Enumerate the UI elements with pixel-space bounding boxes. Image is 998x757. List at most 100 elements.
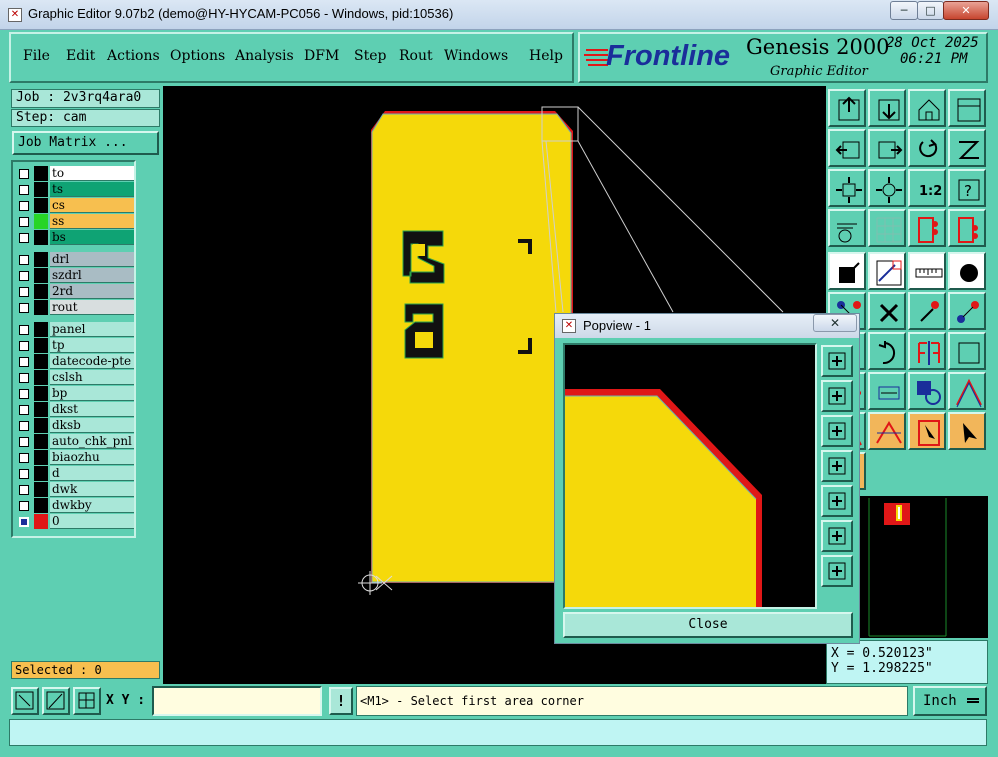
layer-row-2rd[interactable]: 2rd	[16, 284, 134, 299]
zoom-fit-tool-button[interactable]	[868, 89, 906, 127]
popview-zoom-fit-button[interactable]	[821, 415, 853, 447]
popview-close-x-button[interactable]: ✕	[813, 314, 857, 332]
help-tool-button[interactable]: ?	[948, 169, 986, 207]
layer-checkbox[interactable]	[19, 421, 29, 431]
menu-windows[interactable]: Windows	[444, 48, 508, 64]
menu-edit[interactable]: Edit	[66, 48, 95, 64]
pan-left-tool-button[interactable]	[828, 129, 866, 167]
layer-color-swatch[interactable]	[34, 214, 48, 229]
layer-name[interactable]: dkst	[50, 402, 134, 417]
resize-tool-button[interactable]	[868, 372, 906, 410]
layer-row-dwkby[interactable]: dwkby	[16, 498, 134, 513]
layer-checkbox[interactable]	[19, 325, 29, 335]
zoom-out-tool-button[interactable]	[868, 169, 906, 207]
layer-row-datecode-pte[interactable]: datecode-pte	[16, 354, 134, 369]
layer-name[interactable]: to	[50, 166, 134, 181]
layer-row-biaozhu[interactable]: biaozhu	[16, 450, 134, 465]
layer-color-swatch[interactable]	[34, 252, 48, 267]
layer-row-drl[interactable]: drl	[16, 252, 134, 267]
layer-color-swatch[interactable]	[34, 354, 48, 369]
measure-tool-button[interactable]	[42, 687, 70, 715]
select-tool-button[interactable]	[11, 687, 39, 715]
layer-color-swatch[interactable]	[34, 466, 48, 481]
layer-name[interactable]: d	[50, 466, 134, 481]
layer-row-ss[interactable]: ss	[16, 214, 134, 229]
layer-color-swatch[interactable]	[34, 370, 48, 385]
layer-name[interactable]: datecode-pte	[50, 354, 134, 369]
flip-tool-button[interactable]	[948, 332, 986, 370]
menu-step[interactable]: Step	[354, 48, 386, 64]
layer-checkbox[interactable]	[19, 453, 29, 463]
xy-input[interactable]	[152, 686, 322, 716]
layer-name[interactable]: biaozhu	[50, 450, 134, 465]
layer-row-dksb[interactable]: dksb	[16, 418, 134, 433]
layer-color-swatch[interactable]	[34, 338, 48, 353]
popview-zoom-in-button[interactable]	[821, 520, 853, 552]
layer-row-0[interactable]: 0	[16, 514, 134, 529]
maximize-button[interactable]: □	[917, 1, 944, 20]
layer-name[interactable]: 2rd	[50, 284, 134, 299]
close-window-button[interactable]: ✕	[943, 1, 989, 20]
layer-row-to[interactable]: to	[16, 166, 134, 181]
menu-file[interactable]: File	[23, 48, 50, 64]
mirror-tool-button[interactable]	[908, 332, 946, 370]
layer-row-bs[interactable]: bs	[16, 230, 134, 245]
popview-zoom-window-button[interactable]	[821, 345, 853, 377]
layer-color-swatch[interactable]	[34, 402, 48, 417]
move-point-tool-button[interactable]	[908, 292, 946, 330]
layer-checkbox[interactable]	[19, 271, 29, 281]
pointer-tool-button[interactable]	[948, 412, 986, 450]
arc-three-tool-button[interactable]	[868, 412, 906, 450]
layer-color-swatch[interactable]	[34, 418, 48, 433]
zoom-in-tool-button[interactable]	[828, 169, 866, 207]
layer-row-panel[interactable]: panel	[16, 322, 134, 337]
layer-color-swatch[interactable]	[34, 450, 48, 465]
layer-checkbox[interactable]	[19, 255, 29, 265]
layer-color-swatch[interactable]	[34, 386, 48, 401]
layer-checkbox[interactable]	[19, 517, 29, 527]
zoom-home-tool-button[interactable]	[828, 89, 866, 127]
select-feature-tool-button[interactable]	[908, 412, 946, 450]
rotate-tool-button[interactable]	[868, 332, 906, 370]
layer-name[interactable]: cslsh	[50, 370, 134, 385]
layer-name[interactable]: cs	[50, 198, 134, 213]
layer-checkbox[interactable]	[19, 357, 29, 367]
popview-pan-right-button[interactable]	[821, 485, 853, 517]
layer-row-dwk[interactable]: dwk	[16, 482, 134, 497]
layer-row-ts[interactable]: ts	[16, 182, 134, 197]
layer-color-swatch[interactable]	[34, 498, 48, 513]
layer-color-swatch[interactable]	[34, 514, 48, 529]
layer-name[interactable]: panel	[50, 322, 134, 337]
circle-pad-tool-button[interactable]	[948, 252, 986, 290]
layer-color-swatch[interactable]	[34, 284, 48, 299]
layer-row-auto_chk_pnl[interactable]: auto_chk_pnl	[16, 434, 134, 449]
line-add-tool-button[interactable]	[868, 252, 906, 290]
layer-checkbox[interactable]	[19, 303, 29, 313]
pan-right-tool-button[interactable]	[868, 129, 906, 167]
layer-name[interactable]: dwkby	[50, 498, 134, 513]
layer-row-d[interactable]: d	[16, 466, 134, 481]
layer-checkbox[interactable]	[19, 485, 29, 495]
layer-row-szdrl[interactable]: szdrl	[16, 268, 134, 283]
grid-tool-button[interactable]	[73, 687, 101, 715]
layer-checkbox[interactable]	[19, 185, 29, 195]
layer-name[interactable]: bp	[50, 386, 134, 401]
popview-close-button[interactable]: Close	[563, 612, 853, 638]
layer-row-rout[interactable]: rout	[16, 300, 134, 315]
layer-color-swatch[interactable]	[34, 166, 48, 181]
arc-tool-button[interactable]	[948, 372, 986, 410]
window-xy-tool-button[interactable]	[948, 89, 986, 127]
settings-palette-tool-button[interactable]	[828, 209, 866, 247]
layer-name[interactable]: rout	[50, 300, 134, 315]
layer-name[interactable]: tp	[50, 338, 134, 353]
layer-name[interactable]: drl	[50, 252, 134, 267]
layer-row-tp[interactable]: tp	[16, 338, 134, 353]
layer-checkbox[interactable]	[19, 405, 29, 415]
layer-color-swatch[interactable]	[34, 230, 48, 245]
alert-button[interactable]: !	[329, 687, 353, 715]
layer-name[interactable]: dksb	[50, 418, 134, 433]
redraw-tool-button[interactable]	[908, 129, 946, 167]
layer-name[interactable]: ss	[50, 214, 134, 229]
scale-1to2-tool-button[interactable]: 1:2	[908, 169, 946, 207]
menu-rout[interactable]: Rout	[399, 48, 433, 64]
